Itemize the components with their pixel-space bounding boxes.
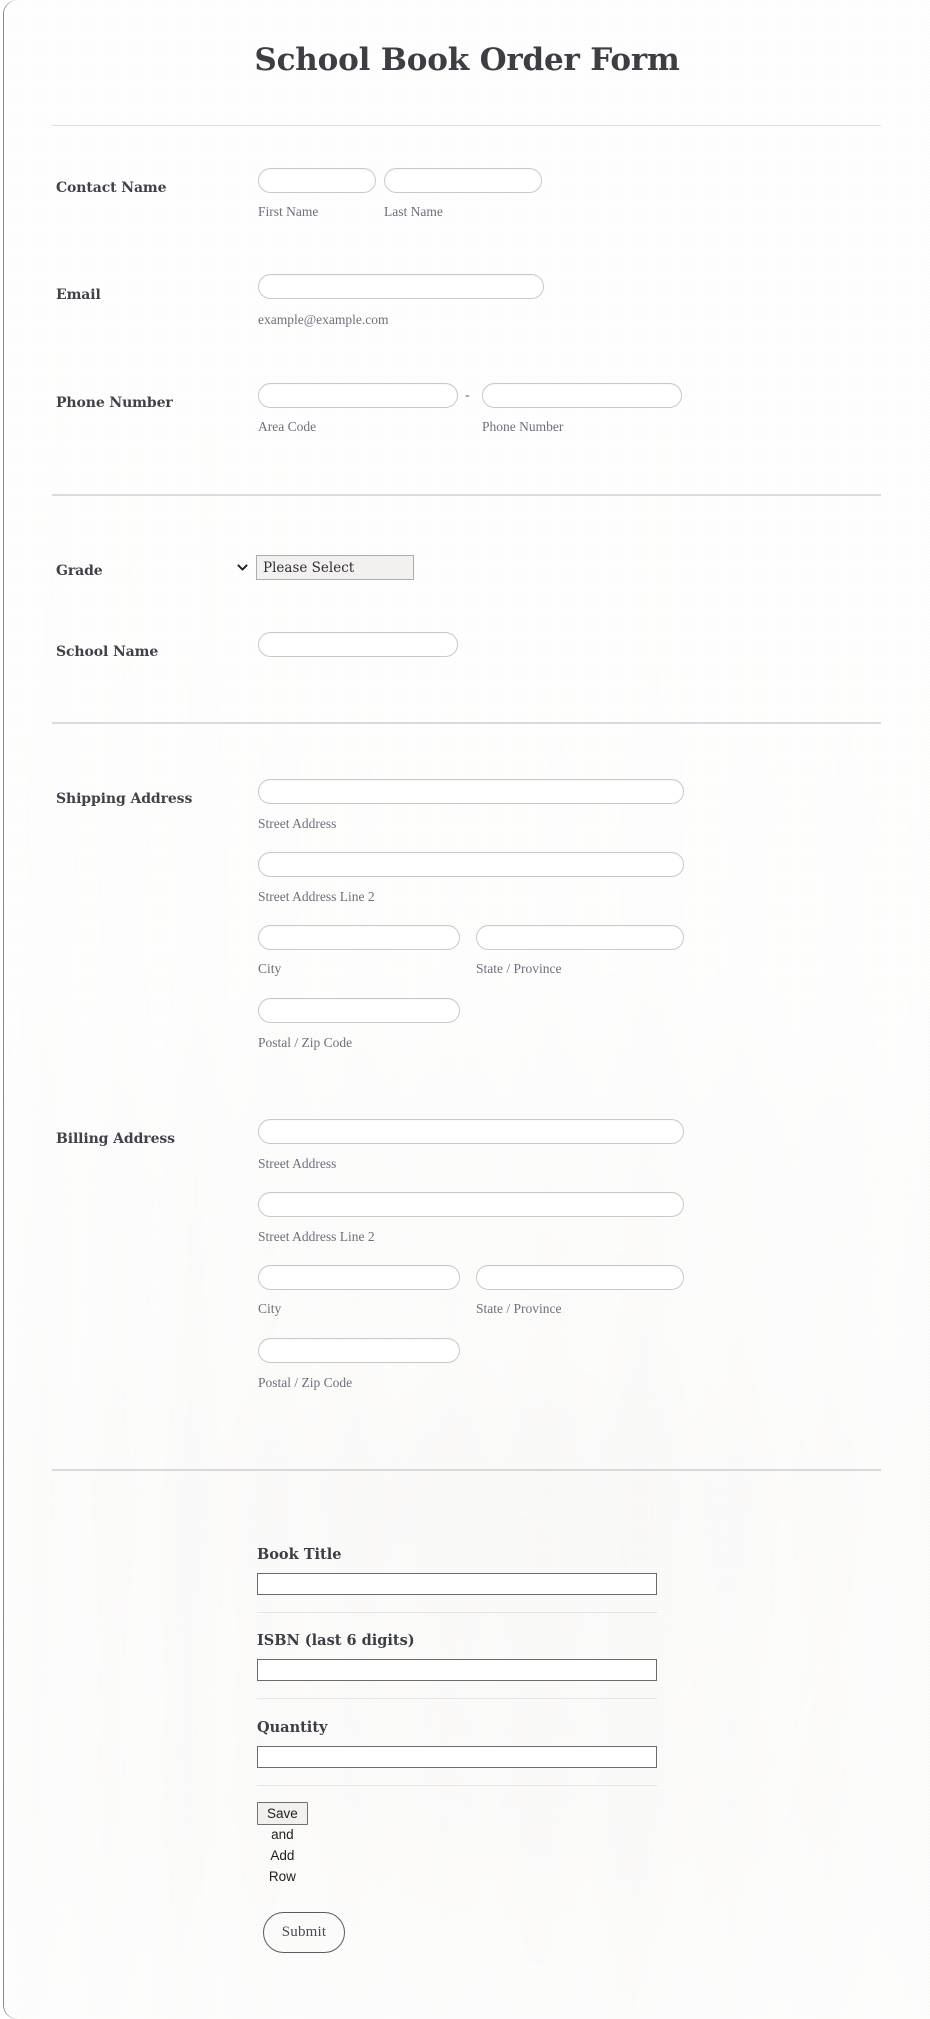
form-card: School Book Order Form Contact Name Firs… (4, 0, 930, 2019)
shipping-street2-input[interactable] (258, 852, 684, 877)
billing-street2-sublabel: Street Address Line 2 (258, 1229, 375, 1244)
billing-street-input[interactable] (258, 1119, 684, 1144)
phone-number-input[interactable] (482, 383, 682, 408)
billing-address-label: Billing Address (56, 1131, 175, 1147)
header-divider (52, 125, 881, 126)
chevron-down-icon (237, 564, 248, 571)
grade-select[interactable]: Please Select (256, 555, 414, 580)
save-and-add-row-button[interactable]: Save and Add Row (257, 1802, 308, 1884)
first-name-input[interactable] (258, 168, 376, 193)
book-title-input[interactable] (257, 1573, 657, 1595)
first-name-sublabel: First Name (258, 204, 319, 219)
billing-postal-input[interactable] (258, 1338, 460, 1363)
quantity-input[interactable] (257, 1746, 657, 1768)
billing-city-sublabel: City (258, 1301, 282, 1316)
quantity-label: Quantity (257, 1719, 328, 1736)
shipping-street-input[interactable] (258, 779, 684, 804)
billing-street2-input[interactable] (258, 1192, 684, 1217)
section-divider-1 (52, 494, 881, 496)
grade-label: Grade (56, 563, 103, 579)
isbn-input[interactable] (257, 1659, 657, 1681)
billing-postal-sublabel: Postal / Zip Code (258, 1375, 353, 1390)
school-name-input[interactable] (258, 632, 458, 657)
quantity-divider (257, 1785, 657, 1786)
billing-street-sublabel: Street Address (258, 1156, 337, 1171)
submit-button[interactable]: Submit (263, 1912, 345, 1953)
section-divider-3 (52, 1469, 881, 1471)
shipping-state-sublabel: State / Province (476, 961, 562, 976)
page-title: School Book Order Form (254, 42, 680, 78)
last-name-sublabel: Last Name (384, 204, 443, 219)
billing-state-sublabel: State / Province (476, 1301, 562, 1316)
shipping-city-input[interactable] (258, 925, 460, 950)
email-label: Email (56, 287, 101, 303)
email-sublabel: example@example.com (258, 312, 389, 327)
shipping-street2-sublabel: Street Address Line 2 (258, 889, 375, 904)
phone-number-sublabel: Phone Number (482, 419, 564, 434)
section-divider-2 (52, 722, 881, 724)
shipping-state-input[interactable] (476, 925, 684, 950)
form-page: School Book Order Form Contact Name Firs… (0, 0, 930, 2019)
last-name-input[interactable] (384, 168, 542, 193)
form-content: School Book Order Form Contact Name Firs… (4, 0, 930, 2019)
shipping-street-sublabel: Street Address (258, 816, 337, 831)
book-title-divider (257, 1612, 657, 1613)
phone-separator: - (465, 388, 470, 403)
area-code-sublabel: Area Code (258, 419, 317, 434)
isbn-divider (257, 1698, 657, 1699)
shipping-postal-input[interactable] (258, 998, 460, 1023)
email-input[interactable] (258, 274, 544, 299)
area-code-input[interactable] (258, 383, 458, 408)
isbn-label: ISBN (last 6 digits) (257, 1632, 415, 1649)
billing-city-input[interactable] (258, 1265, 460, 1290)
contact-name-label: Contact Name (56, 180, 167, 196)
shipping-city-sublabel: City (258, 961, 282, 976)
phone-number-label: Phone Number (56, 395, 173, 411)
book-title-label: Book Title (257, 1546, 342, 1563)
shipping-address-label: Shipping Address (56, 791, 193, 807)
shipping-postal-sublabel: Postal / Zip Code (258, 1035, 353, 1050)
school-name-label: School Name (56, 644, 159, 660)
billing-state-input[interactable] (476, 1265, 684, 1290)
